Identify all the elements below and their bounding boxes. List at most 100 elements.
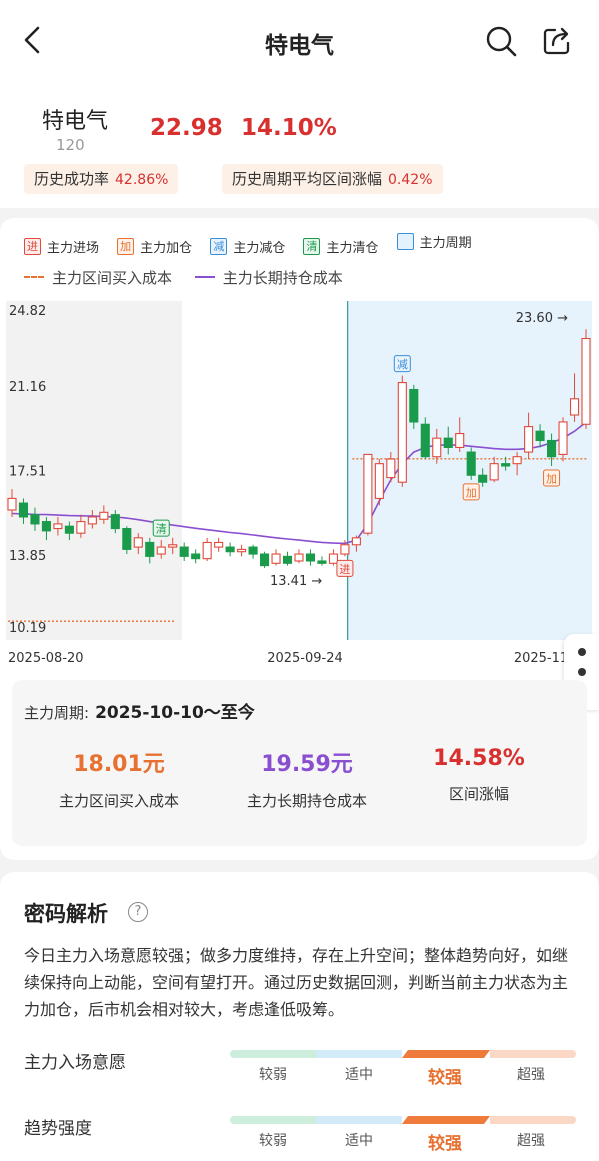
legend-item-cycle: 主力周期 [396,232,472,251]
candle-up [581,337,591,425]
candle-up [374,463,384,499]
legend-label: 主力周期 [419,236,472,251]
candle-down [225,546,235,553]
candle-down [122,527,132,550]
meter-segment-active [402,1050,490,1058]
candle-up [524,426,534,453]
avg-range-gain-tag: 历史周期平均区间涨幅 0.42% [222,164,443,194]
candle-down [64,525,74,534]
candle-down [547,439,557,458]
signal-marker-label: 进 [339,563,350,576]
candle-down [466,451,476,476]
candle-up [214,541,224,548]
candle-up [99,511,109,520]
search-icon[interactable] [484,24,518,58]
dot-icon [578,648,586,656]
stock-change-pct: 14.10% [241,115,337,141]
candle-up [202,541,212,560]
candle-down [535,430,545,442]
candle-up [328,553,338,564]
candle-up [397,382,407,483]
chart-card: 进主力进场 加主力加仓 减主力减仓 清主力清仓 主力周期 主力区间买入成本 主力… [0,218,599,860]
legend-label: 主力减仓 [233,241,286,256]
meter-level: 超强 [517,1067,545,1083]
signal-marker-label: 减 [397,358,408,371]
candle-up [512,456,522,465]
candle-up [351,537,361,546]
dashed-line-icon [24,276,44,278]
candle-down [443,437,453,448]
candle-up [455,432,465,448]
stat-label: 区间涨幅 [448,785,509,803]
stat-value: 19.59元 [261,752,353,777]
stock-code: 120 [56,136,85,154]
legend-item-entry: 进主力进场 [24,237,99,256]
share-icon[interactable] [541,25,573,57]
y-tick-label: 24.82 [9,304,46,319]
legend-item-long-cost: 主力长期持仓成本 [194,267,343,288]
candle-down [145,541,155,557]
tag-value: 42.86% [115,172,169,188]
y-tick-label: 17.51 [9,464,46,479]
signal-marker-label: 清 [156,523,167,536]
legend-item-reduce: 减主力减仓 [210,237,285,256]
chart-legend-lines: 主力区间买入成本 主力长期持仓成本 [24,264,357,288]
y-tick-label: 10.19 [9,621,46,636]
kline-chart[interactable]: 24.8221.1617.5113.8510.19清进减加加23.60 →13.… [0,298,599,670]
clear-marker-icon: 清 [303,238,321,255]
x-tick-label: 2025-11 [514,651,568,666]
stat-value: 18.01元 [73,752,165,777]
analysis-title: 密码解析 [24,902,108,926]
entry-marker-icon: 进 [24,238,41,255]
candle-down [420,423,430,458]
stock-name: 特电气 [42,109,109,134]
meter-segment-active [402,1116,490,1124]
candle-down [260,553,270,567]
meter-level: 较弱 [259,1133,287,1149]
candle-up [558,421,568,455]
add-marker-icon: 加 [117,238,135,255]
candle-down [478,474,488,483]
meter-label: 主力入场意愿 [24,1053,126,1073]
dot-icon [578,668,586,676]
legend-label: 主力长期持仓成本 [222,268,343,287]
x-tick-label: 2025-08-20 [8,651,84,666]
meter-segment [490,1050,576,1058]
period-label: 主力周期: [24,704,90,722]
trend-strength-meter [230,1116,576,1124]
candle-down [30,514,40,525]
candle-up [133,537,143,548]
analysis-card: 密码解析 ? 今日主力入场意愿较强；做多力度维持，存在上升空间；整体趋势向好，如… [0,872,599,1161]
candle-up [489,463,499,481]
meter-segment [316,1050,402,1058]
tag-label: 历史成功率 [34,170,110,188]
legend-label: 主力加仓 [140,241,193,256]
candle-down [191,553,201,560]
candle-down [317,560,327,564]
candle-up [53,523,63,530]
candle-down [179,546,189,557]
legend-item-clear: 清主力清仓 [303,237,378,256]
header-card: 特电气 特电气 120 22.98 14.10% 历史成功率 42.86% 历史周… [0,0,599,208]
legend-label: 主力进场 [47,241,100,256]
y-tick-label: 13.85 [9,549,46,564]
tag-value: 0.42% [388,172,433,188]
y-tick-label: 21.16 [9,380,46,395]
meter-level: 适中 [345,1067,373,1083]
solid-line-icon [194,276,215,278]
candle-up [294,553,304,562]
legend-label: 主力区间买入成本 [52,268,173,287]
meter-level-active: 较强 [428,1134,462,1154]
legend-item-range-cost: 主力区间买入成本 [24,267,172,288]
candle-up [76,521,86,534]
candle-up [271,553,281,564]
candle-up [569,398,580,416]
meter-level: 适中 [345,1133,373,1149]
legend-label: 主力清仓 [326,241,379,256]
candle-up [168,544,178,548]
stat-range-gain: 14.58% 区间涨幅 [384,746,574,804]
stock-price: 22.98 [150,115,223,141]
entry-intent-meter [230,1050,576,1058]
help-icon[interactable]: ? [128,902,148,922]
legend-item-add: 加主力加仓 [117,237,192,256]
